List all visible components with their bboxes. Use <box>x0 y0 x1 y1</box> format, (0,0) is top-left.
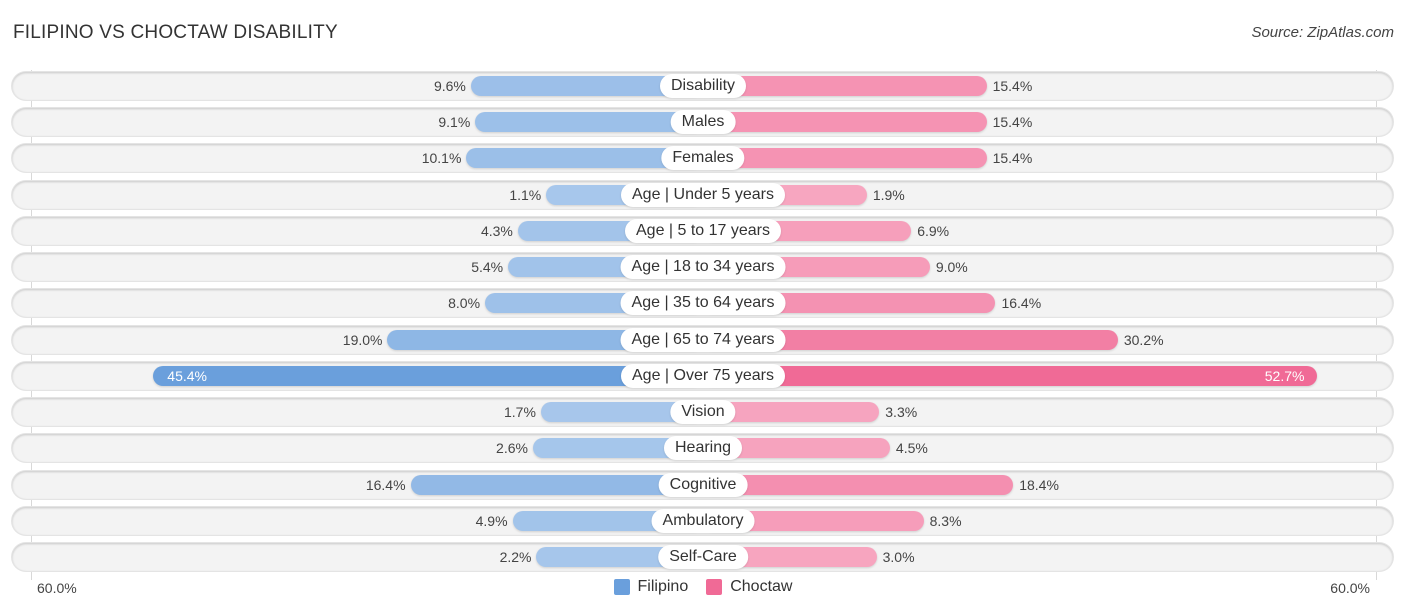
value-filipino-age-18-to-34-years: 5.4% <box>471 259 504 276</box>
value-choctaw-age-18-to-34-years: 9.0% <box>935 259 968 276</box>
value-choctaw-age-65-to-74-years: 30.2% <box>1123 331 1164 348</box>
value-filipino-cognitive: 16.4% <box>365 476 406 493</box>
value-filipino-age-over-75-years: 45.4% <box>167 367 207 384</box>
value-filipino-hearing: 2.6% <box>496 440 528 457</box>
category-label-age-65-to-74-years: Age | 65 to 74 years <box>620 327 786 352</box>
bar-choctaw-females[interactable] <box>703 148 987 169</box>
value-choctaw-vision: 3.3% <box>885 404 918 421</box>
value-filipino-age-35-to-64-years: 8.0% <box>448 295 481 312</box>
value-choctaw-age-under-5-years: 1.9% <box>872 186 905 203</box>
value-choctaw-females: 15.4% <box>992 150 1033 167</box>
value-choctaw-disability: 15.4% <box>992 78 1033 94</box>
value-choctaw-males: 15.4% <box>992 114 1033 131</box>
bar-choctaw-males[interactable] <box>703 112 987 133</box>
value-choctaw-age-35-to-64-years: 16.4% <box>1001 295 1042 312</box>
bar-choctaw-cognitive[interactable] <box>703 474 1014 495</box>
value-choctaw-self-care: 3.0% <box>882 548 915 565</box>
value-choctaw-age-5-to-17-years: 6.9% <box>917 222 950 239</box>
value-filipino-age-5-to-17-years: 4.3% <box>480 222 513 239</box>
category-label-age-35-to-64-years: Age | 35 to 64 years <box>620 291 786 316</box>
value-filipino-ambulatory: 4.9% <box>475 512 508 529</box>
value-filipino-males: 9.1% <box>438 114 471 131</box>
category-label-vision: Vision <box>670 400 736 425</box>
category-label-age-5-to-17-years: Age | 5 to 17 years <box>624 218 782 243</box>
value-filipino-vision: 1.7% <box>504 404 536 421</box>
value-filipino-age-65-to-74-years: 19.0% <box>342 331 383 348</box>
legend-item-filipino[interactable]: Filipino <box>613 578 689 596</box>
value-filipino-females: 10.1% <box>421 150 462 167</box>
value-filipino-age-under-5-years: 1.1% <box>509 186 542 203</box>
category-label-disability: Disability <box>659 74 747 98</box>
bar-filipino-males[interactable] <box>475 112 703 133</box>
legend-item-choctaw[interactable]: Choctaw <box>706 578 792 596</box>
category-label-hearing: Hearing <box>663 436 743 461</box>
value-choctaw-hearing: 4.5% <box>895 440 928 457</box>
value-choctaw-age-over-75-years: 52.7% <box>1264 367 1305 384</box>
legend-label-choctaw: Choctaw <box>730 578 793 595</box>
category-label-age-18-to-34-years: Age | 18 to 34 years <box>620 255 786 280</box>
value-choctaw-ambulatory: 8.3% <box>929 512 962 529</box>
value-filipino-disability: 9.6% <box>433 78 466 94</box>
value-choctaw-cognitive: 18.4% <box>1019 476 1059 493</box>
category-label-self-care: Self-Care <box>658 544 748 569</box>
value-filipino-self-care: 2.2% <box>499 548 532 565</box>
legend-label-filipino: Filipino <box>637 578 689 595</box>
category-label-cognitive: Cognitive <box>658 472 748 497</box>
category-label-age-under-5-years: Age | Under 5 years <box>620 182 786 207</box>
chart-area: 9.6% 15.4% Disability 9.1% 15.4% Males 10.1% 15… <box>0 0 1406 612</box>
bar-choctaw-age-over-75-years[interactable] <box>703 365 1318 386</box>
legend: Filipino Choctaw <box>0 578 1406 596</box>
legend-swatch-choctaw <box>706 579 723 595</box>
legend-swatch-filipino <box>613 579 630 595</box>
category-label-age-over-75-years: Age | Over 75 years <box>621 363 785 388</box>
category-label-males: Males <box>670 110 736 135</box>
category-label-ambulatory: Ambulatory <box>651 508 755 533</box>
category-label-females: Females <box>661 146 745 171</box>
